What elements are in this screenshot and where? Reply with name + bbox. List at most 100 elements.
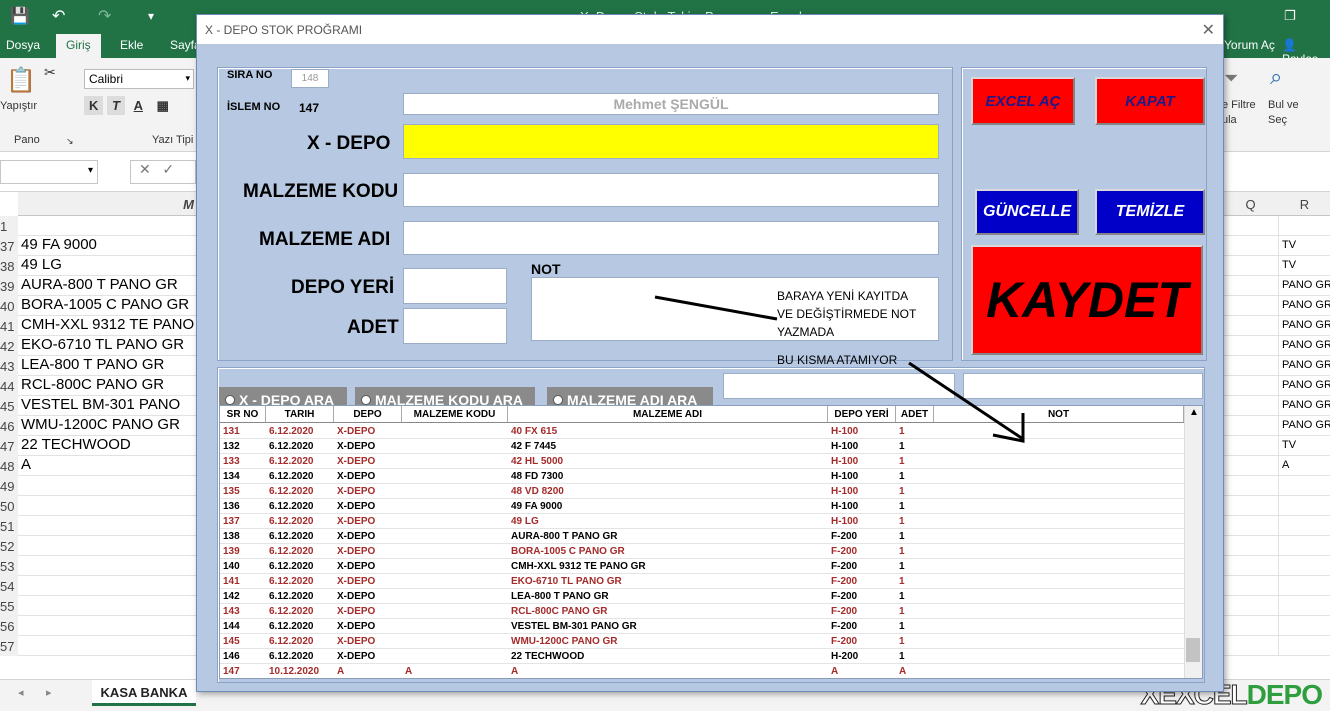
clipboard-icon[interactable]: 📋 (6, 66, 36, 95)
cell-r[interactable]: PANO GR (1279, 296, 1330, 316)
cell-r[interactable]: PANO GR (1279, 356, 1330, 376)
cell-r[interactable] (1279, 636, 1330, 656)
user-name-field[interactable]: Mehmet ŞENGÜL (403, 93, 939, 115)
cell-a[interactable]: 22 TECHWOOD (18, 436, 198, 456)
list-column-header[interactable]: SR NO (220, 406, 266, 423)
depo-yeri-field[interactable] (403, 268, 507, 304)
cut-icon[interactable]: ✂ (44, 64, 56, 81)
row-number[interactable]: 52 (0, 536, 18, 556)
list-row[interactable]: 146 6.12.2020 X-DEPO 22 TECHWOOD H-200 1 (220, 649, 1184, 664)
list-row[interactable]: 139 6.12.2020 X-DEPO BORA-1005 C PANO GR F-2… (220, 544, 1184, 559)
row-number[interactable]: 42 (0, 336, 18, 356)
cell-r[interactable] (1279, 576, 1330, 596)
cancel-icon[interactable]: ✕ (139, 161, 151, 177)
scroll-thumb[interactable] (1186, 638, 1200, 662)
cell-a[interactable]: RCL-800C PANO GR (18, 376, 198, 396)
cell-q[interactable] (1222, 396, 1279, 416)
row-number[interactable]: 51 (0, 516, 18, 536)
list-row[interactable]: 142 6.12.2020 X-DEPO LEA-800 T PANO GR F-200… (220, 589, 1184, 604)
cell-q[interactable] (1222, 636, 1279, 656)
row-number[interactable]: 39 (0, 276, 18, 296)
list-row[interactable]: 133 6.12.2020 X-DEPO 42 HL 5000 H-100 1 (220, 454, 1184, 469)
cell-a[interactable] (18, 216, 198, 236)
tab-ekle[interactable]: Ekle (120, 38, 143, 52)
list-column-header[interactable]: MALZEME ADI (508, 406, 828, 423)
find-icon[interactable]: ⌕ (1270, 64, 1282, 90)
row-number[interactable]: 40 (0, 296, 18, 316)
list-row[interactable]: 138 6.12.2020 X-DEPO AURA-800 T PANO GR F-20… (220, 529, 1184, 544)
dialog-launcher-icon[interactable]: ↘ (66, 136, 74, 147)
cell-q[interactable] (1222, 476, 1279, 496)
cell-q[interactable] (1222, 216, 1279, 236)
cell-a[interactable] (18, 496, 198, 516)
cell-r[interactable] (1279, 616, 1330, 636)
cell-r[interactable]: PANO GR (1279, 416, 1330, 436)
row-number[interactable]: 56 (0, 616, 18, 636)
list-row[interactable]: 136 6.12.2020 X-DEPO 49 FA 9000 H-100 1 (220, 499, 1184, 514)
cell-q[interactable] (1222, 356, 1279, 376)
malzeme-adi-field[interactable] (403, 221, 939, 255)
cell-q[interactable] (1222, 236, 1279, 256)
cell-a[interactable]: LEA-800 T PANO GR (18, 356, 198, 376)
cell-a[interactable]: 49 LG (18, 256, 198, 276)
list-row[interactable]: 147 10.12.2020 A A A A A (220, 664, 1184, 678)
confirm-icon[interactable]: ✓ (162, 161, 174, 177)
paste-label[interactable]: Yapıştır (0, 100, 37, 112)
row-number[interactable]: 53 (0, 556, 18, 576)
list-row[interactable]: 132 6.12.2020 X-DEPO 42 F 7445 H-100 1 (220, 439, 1184, 454)
list-row[interactable]: 145 6.12.2020 X-DEPO WMU-1200C PANO GR F-200… (220, 634, 1184, 649)
close-icon[interactable]: ✕ (1202, 20, 1215, 40)
cell-a[interactable]: EKO-6710 TL PANO GR (18, 336, 198, 356)
customize-toolbar-icon[interactable]: ▾ (148, 9, 154, 23)
cell-a[interactable] (18, 596, 198, 616)
list-row[interactable]: 141 6.12.2020 X-DEPO EKO-6710 TL PANO GR F-2… (220, 574, 1184, 589)
list-column-header[interactable]: ADET (896, 406, 934, 423)
cell-r[interactable]: TV (1279, 436, 1330, 456)
row-number[interactable]: 45 (0, 396, 18, 416)
cell-a[interactable]: A (18, 456, 198, 476)
cell-q[interactable] (1222, 296, 1279, 316)
row-number[interactable]: 49 (0, 476, 18, 496)
cell-a[interactable]: BORA-1005 C PANO GR (18, 296, 198, 316)
cell-r[interactable] (1279, 496, 1330, 516)
find-select-label[interactable]: Bul ve Seç (1268, 98, 1299, 128)
list-row[interactable]: 134 6.12.2020 X-DEPO 48 FD 7300 H-100 1 (220, 469, 1184, 484)
undo-icon[interactable]: ↶ (52, 6, 65, 25)
cell-q[interactable] (1222, 516, 1279, 536)
cell-q[interactable] (1222, 576, 1279, 596)
cell-r[interactable] (1279, 596, 1330, 616)
row-number[interactable]: 38 (0, 256, 18, 276)
excel-ac-button[interactable]: EXCEL AÇ (971, 77, 1075, 125)
row-number[interactable]: 57 (0, 636, 18, 656)
kapat-button[interactable]: KAPAT (1095, 77, 1205, 125)
cell-q[interactable] (1222, 416, 1279, 436)
comment-button[interactable]: Yorum Aç (1224, 38, 1275, 52)
row-number[interactable]: 55 (0, 596, 18, 616)
cell-r[interactable] (1279, 556, 1330, 576)
row-number[interactable]: 47 (0, 436, 18, 456)
sort-filter-label[interactable]: e Filtre ula (1222, 98, 1256, 128)
italic-icon[interactable]: T (107, 96, 125, 115)
search-field-2[interactable] (963, 373, 1203, 399)
cell-q[interactable] (1222, 336, 1279, 356)
cell-r[interactable]: PANO GR (1279, 376, 1330, 396)
name-box[interactable]: ▾ (0, 160, 98, 184)
cell-r[interactable] (1279, 476, 1330, 496)
scroll-up-icon[interactable]: ▲ (1189, 407, 1199, 418)
cell-q[interactable] (1222, 556, 1279, 576)
cell-a[interactable] (18, 636, 198, 656)
list-row[interactable]: 144 6.12.2020 X-DEPO VESTEL BM-301 PANO GR F… (220, 619, 1184, 634)
save-icon[interactable]: 💾 (10, 6, 30, 25)
row-number[interactable]: 37 (0, 236, 18, 256)
sheet-nav-left-icon[interactable]: ◂ (18, 686, 24, 699)
cell-a[interactable] (18, 536, 198, 556)
cell-r[interactable]: A (1279, 456, 1330, 476)
cell-r[interactable]: PANO GR (1279, 336, 1330, 356)
cell-r[interactable] (1279, 536, 1330, 556)
list-row[interactable]: 143 6.12.2020 X-DEPO RCL-800C PANO GR F-200 1 (220, 604, 1184, 619)
list-column-header[interactable]: DEPO (334, 406, 402, 423)
row-number[interactable]: 43 (0, 356, 18, 376)
search-field-1[interactable] (723, 373, 955, 399)
list-row[interactable]: 131 6.12.2020 X-DEPO 40 FX 615 H-100 1 (220, 424, 1184, 439)
cell-q[interactable] (1222, 256, 1279, 276)
